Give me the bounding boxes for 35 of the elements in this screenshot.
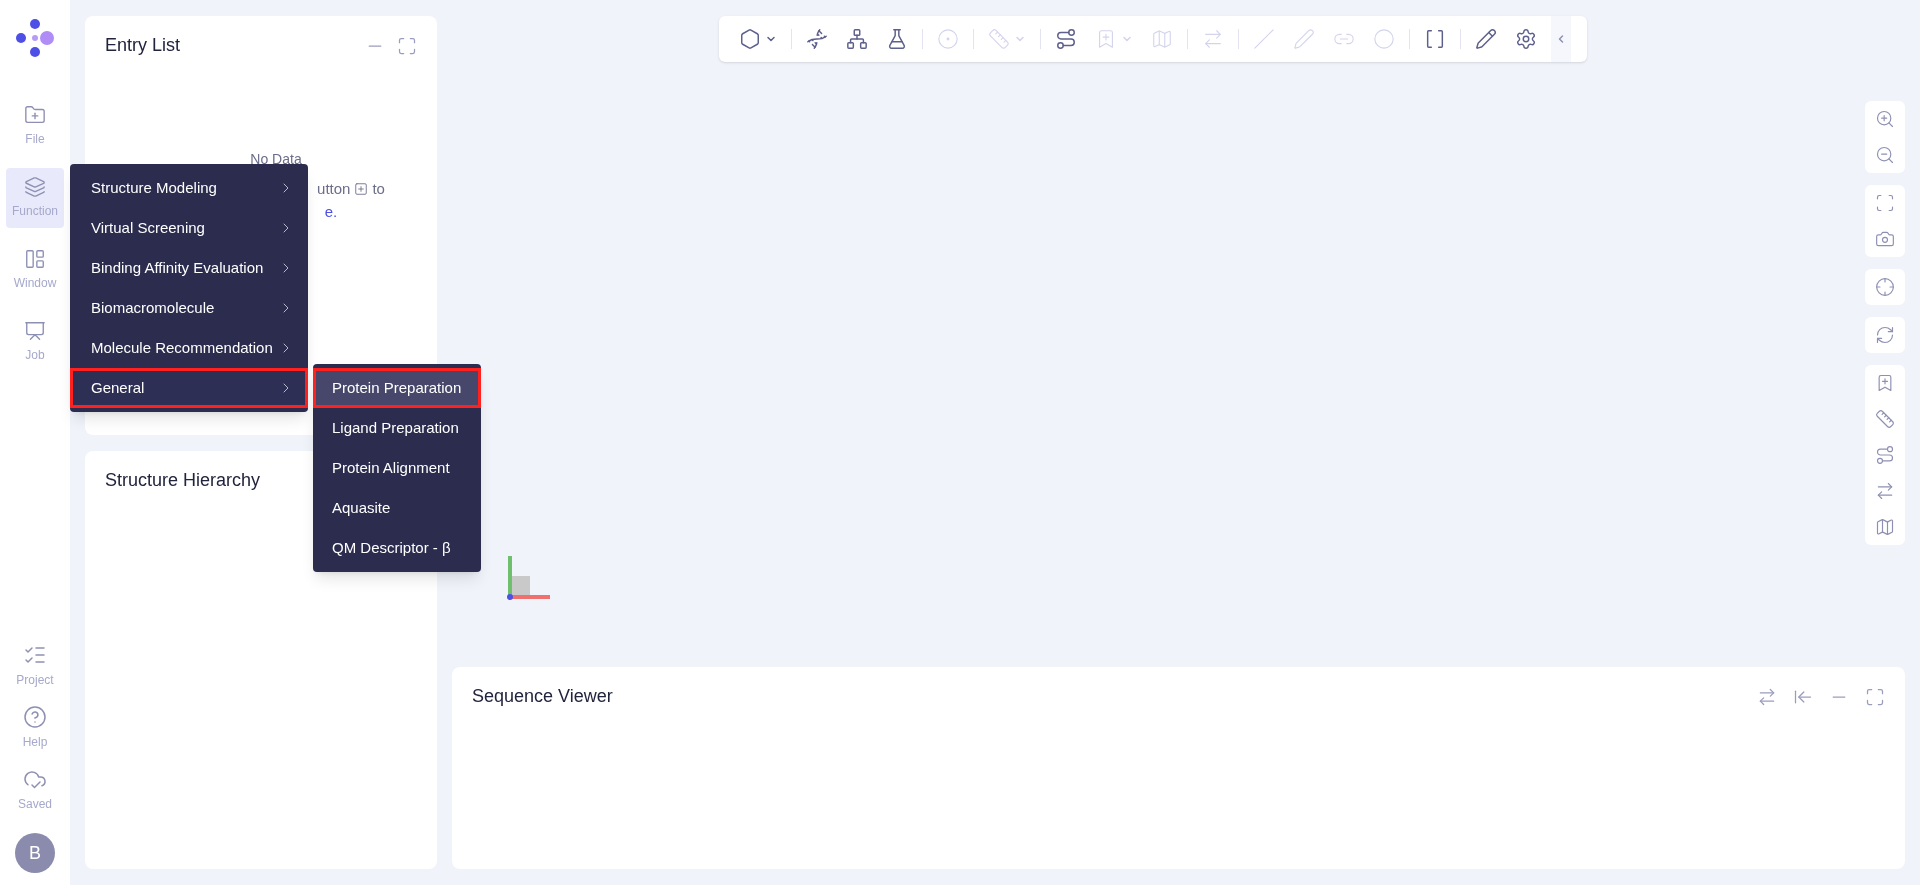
menu-item[interactable]: Aquasite bbox=[313, 488, 481, 528]
zoom-out-icon[interactable] bbox=[1875, 145, 1895, 165]
menu-item[interactable]: Binding Affinity Evaluation bbox=[70, 248, 308, 288]
fullscreen-icon[interactable] bbox=[1865, 686, 1885, 707]
refresh-icon[interactable] bbox=[1875, 325, 1895, 345]
empty-state-title: No Data bbox=[250, 150, 302, 169]
menu-item[interactable]: General bbox=[70, 368, 308, 408]
menu-item[interactable]: Molecule Recommendation bbox=[70, 328, 308, 368]
panel-title: Structure Hierarchy bbox=[105, 469, 261, 492]
crosshair-icon[interactable] bbox=[1875, 277, 1895, 297]
zoom-in-icon[interactable] bbox=[1875, 109, 1895, 129]
menu-item[interactable]: Biomacromolecule bbox=[70, 288, 308, 328]
menu-item[interactable]: Structure Modeling bbox=[70, 168, 308, 208]
layers-icon bbox=[24, 176, 46, 198]
link[interactable]: e. bbox=[324, 200, 338, 223]
logo-icon bbox=[13, 16, 57, 60]
swap-icon[interactable] bbox=[1875, 481, 1895, 501]
panel-title: Sequence Viewer bbox=[472, 685, 613, 708]
layout-icon bbox=[24, 248, 46, 270]
route-icon[interactable] bbox=[1875, 445, 1895, 465]
fit-view-icon[interactable] bbox=[1875, 193, 1895, 213]
fullscreen-icon[interactable] bbox=[397, 35, 417, 56]
camera-icon[interactable] bbox=[1875, 229, 1895, 249]
menu-item[interactable]: Protein Preparation bbox=[313, 368, 481, 408]
menu-item[interactable]: QM Descriptor - β bbox=[313, 528, 481, 568]
hint-text: to bbox=[372, 179, 385, 199]
menu-item[interactable]: Ligand Preparation bbox=[313, 408, 481, 448]
hint-text: utton bbox=[317, 179, 351, 199]
menu-item[interactable]: Protein Alignment bbox=[313, 448, 481, 488]
panel-title: Entry List bbox=[105, 34, 181, 57]
swap-icon[interactable] bbox=[1757, 686, 1777, 707]
ruler-icon[interactable] bbox=[1875, 409, 1895, 429]
map-icon[interactable] bbox=[1875, 517, 1895, 537]
help-icon bbox=[23, 705, 47, 729]
menu-item[interactable]: Virtual Screening bbox=[70, 208, 308, 248]
